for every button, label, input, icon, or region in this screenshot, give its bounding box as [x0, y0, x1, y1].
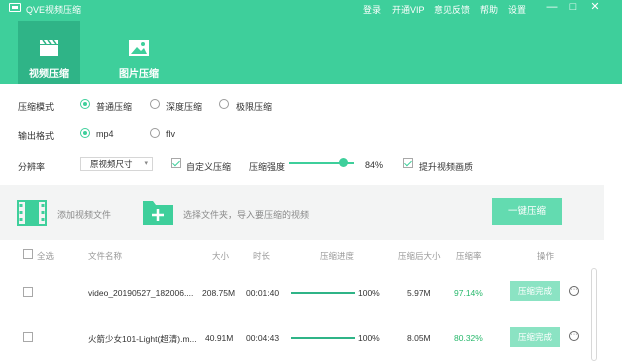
app-logo-icon — [9, 3, 21, 12]
radio-deep-compress[interactable] — [150, 99, 160, 109]
chevron-down-icon: ▾ — [144, 160, 148, 167]
resolution-label: 分辨率 — [18, 162, 46, 172]
col-rate: 压缩率 — [456, 251, 482, 261]
file-duration: 00:04:43 — [246, 333, 280, 343]
app-header: QVE视频压缩 登录 开通VIP 意见反馈 帮助 设置 — □ ✕ 视频压缩 图… — [0, 0, 622, 84]
compress-all-button[interactable]: 一键压缩 — [492, 198, 562, 225]
more-icon[interactable]: ··· — [569, 331, 579, 341]
progress-text: 100% — [358, 333, 380, 343]
enhance-quality-checkbox[interactable] — [403, 158, 413, 168]
app-title: QVE视频压缩 — [26, 5, 82, 15]
col-file-name: 文件名称 — [88, 251, 123, 261]
file-name: video_20190527_182006.... — [88, 288, 194, 298]
compress-done-button[interactable]: 压缩完成 — [510, 327, 560, 347]
add-video-button[interactable]: 添加视频文件 — [57, 208, 111, 221]
radio-mp4[interactable] — [80, 128, 90, 138]
compressed-size: 5.97M — [407, 288, 431, 298]
col-compressed-size: 压缩后大小 — [398, 251, 441, 261]
custom-compress-checkbox[interactable] — [171, 158, 181, 168]
tab-video-label: 视频压缩 — [29, 69, 69, 80]
video-clapper-icon — [40, 39, 58, 56]
image-icon — [129, 40, 149, 56]
col-action: 操作 — [537, 251, 555, 261]
vip-link[interactable]: 开通VIP — [392, 3, 425, 16]
custom-compress-label: 自定义压缩 — [186, 162, 232, 172]
resolution-select[interactable]: 原视频尺寸 ▾ — [80, 157, 153, 171]
tab-image-label: 图片压缩 — [119, 69, 159, 80]
help-link[interactable]: 帮助 — [480, 3, 498, 16]
col-duration: 时长 — [253, 251, 271, 261]
col-size: 大小 — [212, 251, 230, 261]
compress-rate: 80.32% — [454, 333, 483, 343]
tab-image-compress[interactable]: 图片压缩 — [108, 21, 170, 84]
radio-flv[interactable] — [150, 128, 160, 138]
extreme-compress-label: 极限压缩 — [236, 102, 273, 112]
minimize-button[interactable]: — — [545, 1, 559, 15]
deep-compress-label: 深度压缩 — [166, 102, 203, 112]
file-duration: 00:01:40 — [246, 288, 280, 298]
radio-normal-compress[interactable] — [80, 99, 90, 109]
strength-slider-handle[interactable] — [339, 158, 349, 167]
select-all-checkbox[interactable] — [23, 249, 33, 259]
list-scrollbar[interactable] — [591, 268, 597, 361]
settings-link[interactable]: 设置 — [508, 3, 526, 16]
strength-value: 84% — [365, 160, 384, 170]
output-format-label: 输出格式 — [18, 131, 55, 141]
tab-video-compress[interactable]: 视频压缩 — [18, 21, 80, 84]
resolution-value: 原视频尺寸 — [90, 159, 133, 169]
file-size: 208.75M — [202, 288, 236, 298]
close-button[interactable]: ✕ — [588, 1, 602, 15]
feedback-link[interactable]: 意见反馈 — [434, 3, 470, 16]
flv-label: flv — [166, 129, 175, 139]
file-name: 火箭少女101-Light(超清).m... — [88, 334, 197, 344]
compress-rate: 97.14% — [454, 288, 483, 298]
video-file-icon[interactable] — [17, 200, 47, 226]
maximize-button[interactable]: □ — [566, 1, 580, 15]
radio-extreme-compress[interactable] — [219, 99, 229, 109]
progress-bar — [291, 337, 355, 339]
col-progress: 压缩进度 — [320, 251, 355, 261]
action-toolbar: 添加视频文件 选择文件夹，导入要压缩的视频 一键压缩 — [0, 185, 604, 240]
progress-bar — [291, 292, 355, 294]
compressed-size: 8.05M — [407, 333, 431, 343]
col-select-all: 全选 — [37, 251, 55, 261]
compress-mode-label: 压缩模式 — [18, 102, 55, 112]
row-checkbox[interactable] — [23, 287, 33, 297]
folder-add-icon[interactable] — [142, 199, 174, 226]
strength-label: 压缩强度 — [249, 162, 286, 172]
login-link[interactable]: 登录 — [363, 3, 381, 16]
mp4-label: mp4 — [96, 129, 114, 139]
row-checkbox[interactable] — [23, 332, 33, 342]
compress-done-button[interactable]: 压缩完成 — [510, 281, 560, 301]
file-size: 40.91M — [205, 333, 234, 343]
title-bar: QVE视频压缩 登录 开通VIP 意见反馈 帮助 设置 — □ ✕ — [0, 0, 622, 16]
normal-compress-label: 普通压缩 — [96, 102, 133, 112]
more-icon[interactable]: ··· — [569, 286, 579, 296]
enhance-quality-label: 提升视频画质 — [419, 162, 474, 172]
choose-folder-button[interactable]: 选择文件夹，导入要压缩的视频 — [183, 208, 309, 221]
progress-text: 100% — [358, 288, 380, 298]
